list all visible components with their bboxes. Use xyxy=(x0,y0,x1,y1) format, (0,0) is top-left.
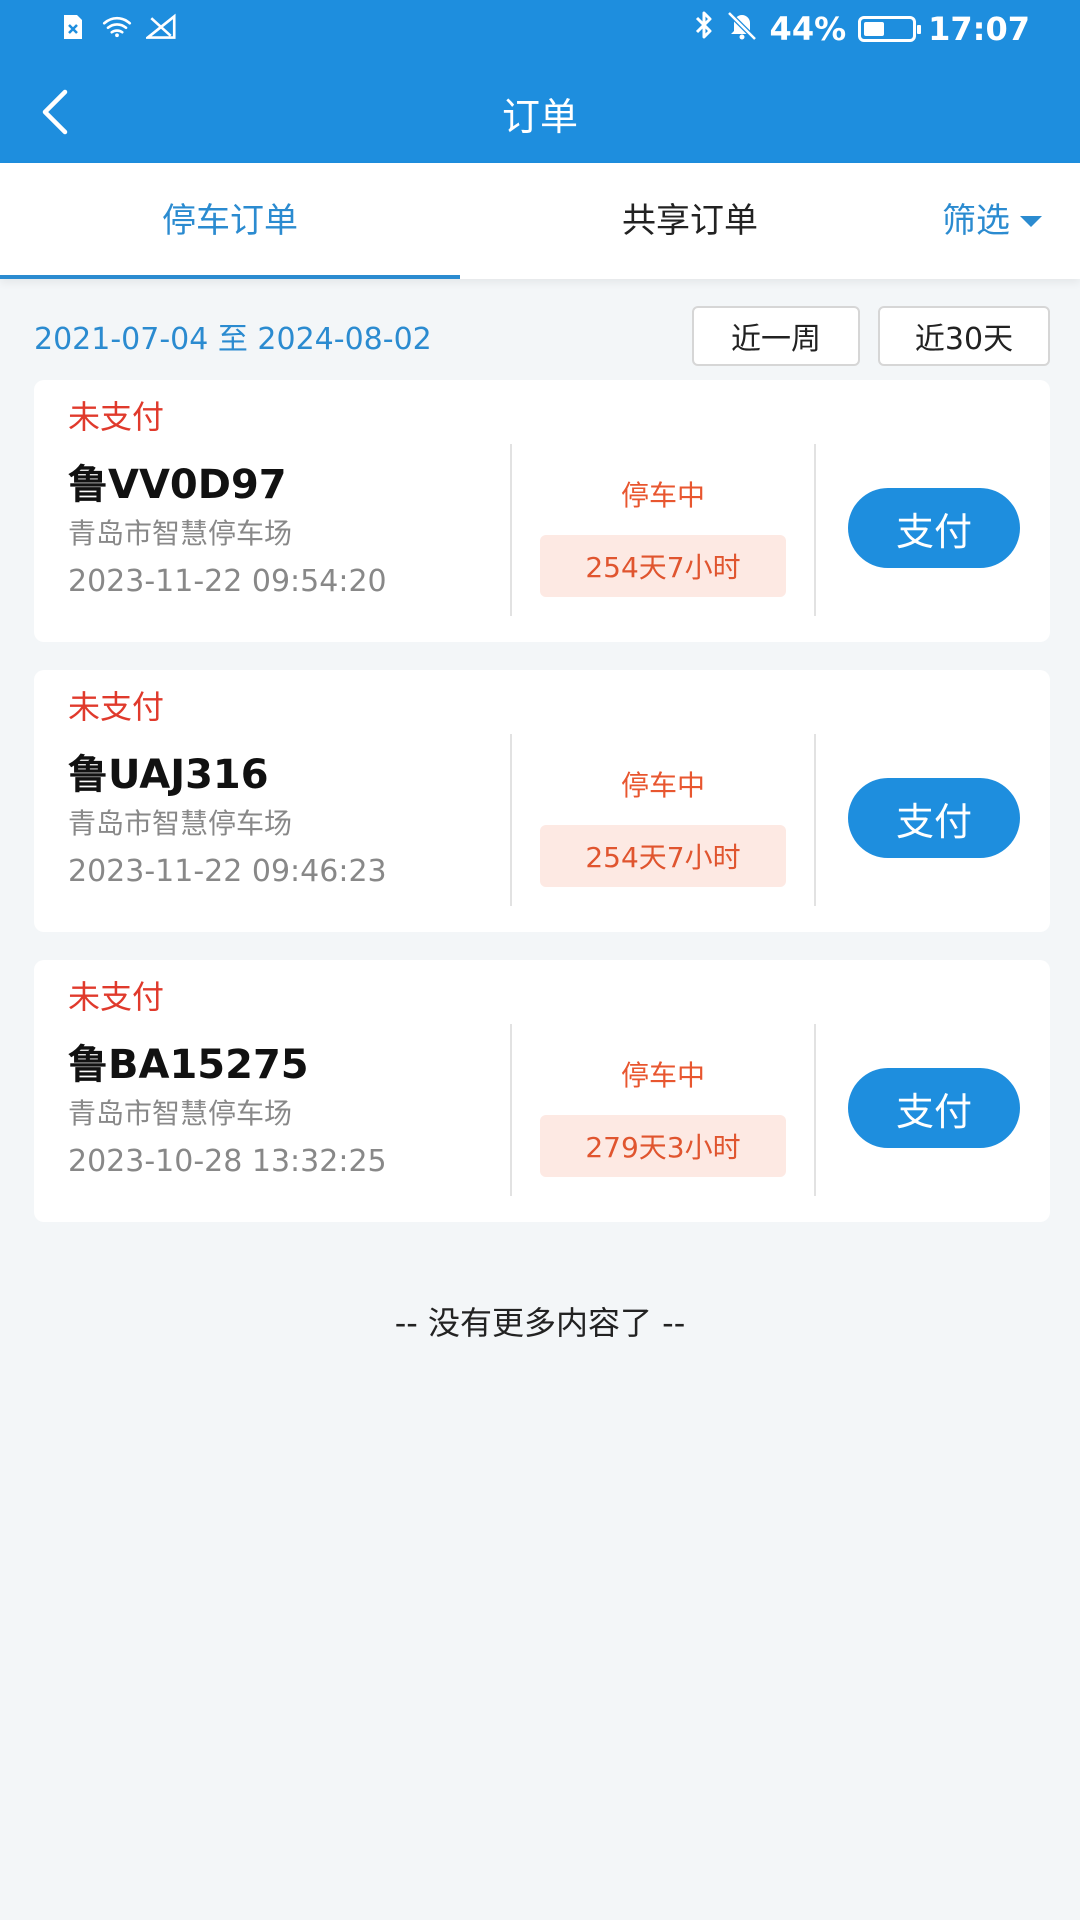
parking-state: 停车中 xyxy=(620,479,705,512)
pay-button[interactable]: 支付 xyxy=(848,488,1020,568)
parking-duration: 254天7小时 xyxy=(540,535,786,597)
order-card[interactable]: 未支付 鲁BA15275 青岛市智慧停车场 2023-10-28 13:32:2… xyxy=(34,960,1050,1222)
wifi-icon xyxy=(102,12,132,42)
last-week-button[interactable]: 近一周 xyxy=(692,306,860,366)
divider xyxy=(814,444,816,616)
battery-icon xyxy=(858,16,922,42)
entry-time: 2023-10-28 13:32:25 xyxy=(68,1144,387,1179)
battery-percent: 44% xyxy=(769,10,847,48)
active-tab-indicator xyxy=(0,275,460,279)
app-header: 44% 17:07 订单 xyxy=(0,0,1080,163)
date-range-text[interactable]: 2021-07-04 至 2024-08-02 xyxy=(34,314,432,358)
sim-card-icon xyxy=(58,12,88,42)
license-plate: 鲁BA15275 xyxy=(68,1042,309,1088)
payment-status: 未支付 xyxy=(68,688,165,726)
payment-status: 未支付 xyxy=(68,978,165,1016)
order-tabs: 停车订单 共享订单 筛选 xyxy=(0,163,1080,279)
filter-button[interactable]: 筛选 xyxy=(942,163,1042,279)
clock: 17:07 xyxy=(928,10,1030,48)
license-plate: 鲁VV0D97 xyxy=(68,462,287,508)
bluetooth-icon xyxy=(694,10,714,48)
navbar: 订单 xyxy=(0,64,1080,160)
entry-time: 2023-11-22 09:54:20 xyxy=(68,564,387,599)
divider xyxy=(814,734,816,906)
status-bar: 44% 17:07 xyxy=(0,0,1080,58)
parking-lot-name: 青岛市智慧停车场 xyxy=(68,517,293,550)
parking-duration: 254天7小时 xyxy=(540,825,786,887)
payment-status: 未支付 xyxy=(68,398,165,436)
parking-lot-name: 青岛市智慧停车场 xyxy=(68,1097,293,1130)
parking-duration: 279天3小时 xyxy=(540,1115,786,1177)
divider xyxy=(510,1024,512,1196)
battery-level xyxy=(864,22,885,36)
end-of-list-text: -- 没有更多内容了 -- xyxy=(394,1304,686,1342)
tab-parking-orders[interactable]: 停车订单 xyxy=(0,163,460,279)
filter-label: 筛选 xyxy=(942,201,1010,241)
divider xyxy=(510,734,512,906)
pay-button[interactable]: 支付 xyxy=(848,1068,1020,1148)
parking-lot-name: 青岛市智慧停车场 xyxy=(68,807,293,840)
divider xyxy=(814,1024,816,1196)
caret-down-icon xyxy=(1020,215,1042,227)
last-30-days-button[interactable]: 近30天 xyxy=(878,306,1050,366)
order-card[interactable]: 未支付 鲁UAJ316 青岛市智慧停车场 2023-11-22 09:46:23… xyxy=(34,670,1050,932)
no-signal-icon xyxy=(146,12,176,42)
parking-state: 停车中 xyxy=(620,1059,705,1092)
parking-state: 停车中 xyxy=(620,769,705,802)
entry-time: 2023-11-22 09:46:23 xyxy=(68,854,387,889)
mute-bell-icon xyxy=(726,10,758,48)
divider xyxy=(510,444,512,616)
license-plate: 鲁UAJ316 xyxy=(68,752,269,798)
tab-shared-orders[interactable]: 共享订单 xyxy=(460,163,920,279)
pay-button[interactable]: 支付 xyxy=(848,778,1020,858)
order-card[interactable]: 未支付 鲁VV0D97 青岛市智慧停车场 2023-11-22 09:54:20… xyxy=(34,380,1050,642)
page-title: 订单 xyxy=(501,95,578,139)
